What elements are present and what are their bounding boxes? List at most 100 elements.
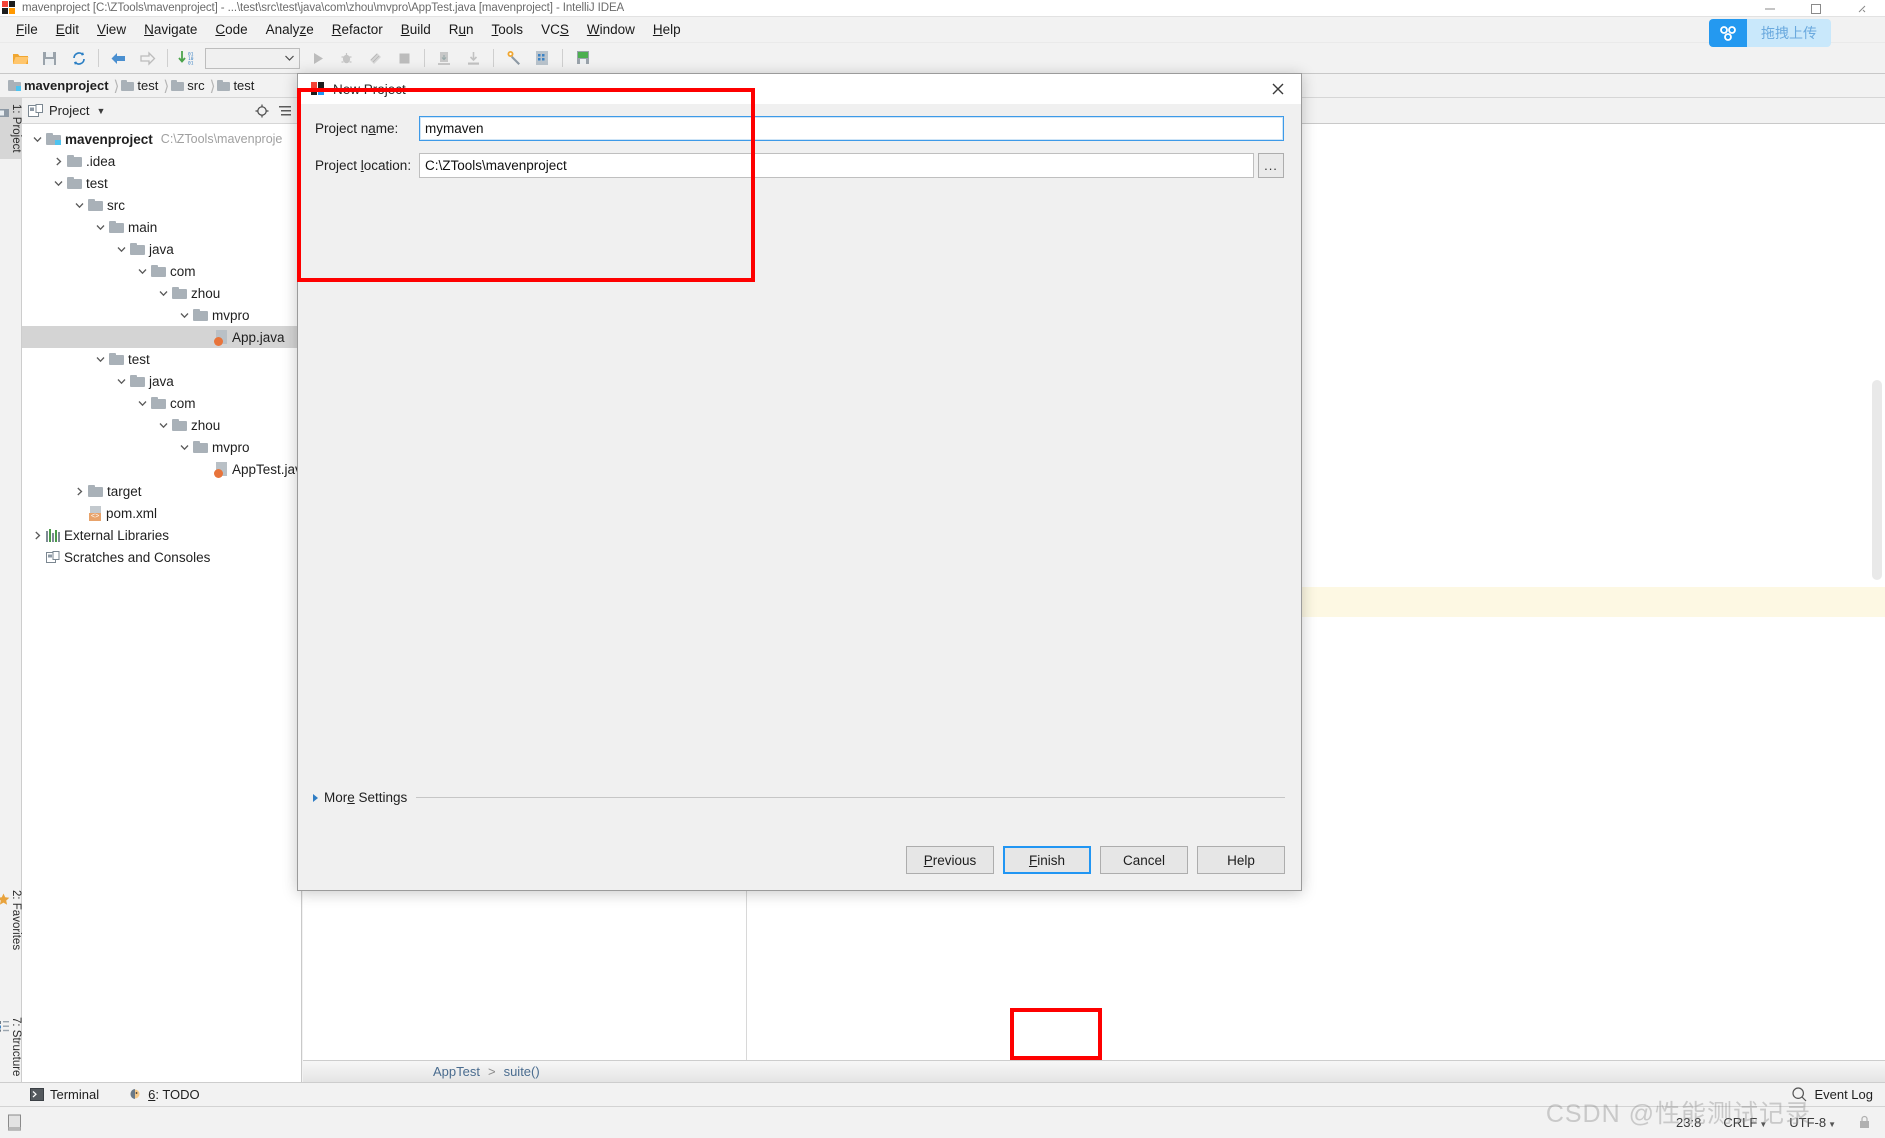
browse-button[interactable]: ... xyxy=(1258,153,1284,178)
tree-item-com[interactable]: com xyxy=(22,392,301,414)
debug-icon[interactable] xyxy=(332,45,361,71)
run-icon[interactable] xyxy=(303,45,332,71)
tree-item-zhou[interactable]: zhou xyxy=(22,282,301,304)
search-circle-icon xyxy=(1792,1087,1807,1102)
editor-breadcrumb-method[interactable]: suite() xyxy=(504,1064,540,1079)
menu-vcs[interactable]: VCS xyxy=(532,19,578,40)
menu-help[interactable]: Help xyxy=(644,19,690,40)
tree-item-apptest-java[interactable]: AppTest.java xyxy=(22,458,309,480)
chevron-right-icon[interactable] xyxy=(70,487,88,496)
menu-refactor[interactable]: Refactor xyxy=(323,19,392,40)
project-structure-icon[interactable] xyxy=(528,45,557,71)
coverage-icon[interactable] xyxy=(361,45,390,71)
menu-view[interactable]: View xyxy=(88,19,135,40)
tree-item-java[interactable]: java xyxy=(22,370,301,392)
lock-icon[interactable] xyxy=(1858,1115,1871,1130)
sidebar-item-project[interactable]: 1: Project xyxy=(0,98,22,159)
chevron-down-icon[interactable] xyxy=(175,443,193,452)
breadcrumb-item-src[interactable]: src xyxy=(171,74,207,98)
file-encoding[interactable]: UTF-8 ▼ xyxy=(1789,1115,1836,1130)
maximize-button[interactable] xyxy=(1793,0,1839,17)
minimize-button[interactable] xyxy=(1747,0,1793,17)
tool-button-todo[interactable]: 6: TODO xyxy=(127,1087,200,1102)
chevron-down-icon[interactable] xyxy=(133,399,151,408)
menu-run[interactable]: Run xyxy=(440,19,483,40)
chevron-down-icon[interactable] xyxy=(49,179,67,188)
tree-item-test[interactable]: test xyxy=(22,172,301,194)
chevron-down-icon[interactable] xyxy=(175,311,193,320)
chevron-right-icon[interactable] xyxy=(28,531,46,540)
tree-item-external-libraries[interactable]: External Libraries xyxy=(22,524,301,546)
event-log-button[interactable]: Event Log xyxy=(1792,1087,1885,1102)
previous-button[interactable]: Previous xyxy=(906,846,994,874)
tree-item-zhou[interactable]: zhou xyxy=(22,414,301,436)
compile-icon[interactable]: 01 10 01 xyxy=(173,45,202,71)
editor-breadcrumb-class[interactable]: AppTest xyxy=(433,1064,480,1079)
menu-navigate[interactable]: Navigate xyxy=(135,19,206,40)
chevron-down-icon[interactable] xyxy=(28,135,46,144)
chevron-right-icon[interactable] xyxy=(49,157,67,166)
back-arrow-icon[interactable] xyxy=(104,45,133,71)
line-separator[interactable]: CRLF ▼ xyxy=(1723,1115,1767,1130)
tree-item-target[interactable]: target xyxy=(22,480,301,502)
sidebar-item-structure[interactable]: 7: Structure xyxy=(0,1011,22,1082)
cancel-button[interactable]: Cancel xyxy=(1100,846,1188,874)
tree-item-mavenproject[interactable]: mavenproject C:\ZTools\mavenproje xyxy=(22,128,301,150)
settings-wrench-icon[interactable] xyxy=(499,45,528,71)
menu-edit[interactable]: Edit xyxy=(47,19,88,40)
stop-icon[interactable] xyxy=(390,45,419,71)
tree-item-src[interactable]: src xyxy=(22,194,301,216)
tree-item-mvpro[interactable]: mvpro xyxy=(22,436,301,458)
menu-file[interactable]: File xyxy=(7,19,47,40)
open-folder-icon[interactable] xyxy=(6,45,35,71)
chevron-down-icon[interactable] xyxy=(154,289,172,298)
tool-button-terminal[interactable]: Terminal xyxy=(30,1087,99,1102)
breadcrumb-item-mavenproject[interactable]: mavenproject xyxy=(8,74,112,98)
save-all-icon[interactable] xyxy=(35,45,64,71)
target-locate-icon[interactable] xyxy=(255,104,269,118)
chevron-down-icon[interactable] xyxy=(154,421,172,430)
hide-window-icon[interactable] xyxy=(6,1113,23,1132)
commit-icon[interactable] xyxy=(459,45,488,71)
tree-item-pom-xml[interactable]: <> pom.xml xyxy=(22,502,301,524)
tree-item-idea[interactable]: .idea xyxy=(22,150,301,172)
sync-icon[interactable] xyxy=(64,45,93,71)
breadcrumb-item-test2[interactable]: test xyxy=(217,74,257,98)
chevron-down-icon[interactable] xyxy=(91,355,109,364)
tree-item-com[interactable]: com xyxy=(22,260,301,282)
menu-tools[interactable]: Tools xyxy=(483,19,533,40)
chevron-down-icon[interactable] xyxy=(70,201,88,210)
update-project-icon[interactable] xyxy=(430,45,459,71)
collapse-all-icon[interactable] xyxy=(278,104,292,118)
tree-item-main[interactable]: main xyxy=(22,216,301,238)
chevron-down-icon[interactable]: ▼ xyxy=(96,106,105,116)
dialog-close-button[interactable] xyxy=(1255,74,1301,104)
project-location-input[interactable]: C:\ZTools\mavenproject xyxy=(419,153,1254,178)
close-button[interactable] xyxy=(1839,0,1885,17)
breadcrumb-item-test[interactable]: test xyxy=(121,74,161,98)
run-configurations-select[interactable] xyxy=(205,47,300,69)
finish-button[interactable]: Finish xyxy=(1003,846,1091,874)
forward-arrow-icon[interactable] xyxy=(133,45,162,71)
tree-item-app-java[interactable]: App.java xyxy=(22,326,301,348)
tree-item-scratches-and-consoles[interactable]: Scratches and Consoles xyxy=(22,546,301,568)
sidebar-item-favorites[interactable]: 2: Favorites xyxy=(0,884,22,956)
project-name-input[interactable]: mymaven xyxy=(419,116,1284,141)
sdk-manager-icon[interactable] xyxy=(568,45,597,71)
baidu-upload-widget[interactable]: 拖拽上传 xyxy=(1709,19,1831,47)
caret-position[interactable]: 23:8 xyxy=(1676,1115,1701,1130)
chevron-down-icon[interactable] xyxy=(133,267,151,276)
tree-item-mvpro[interactable]: mvpro xyxy=(22,304,301,326)
chevron-down-icon[interactable] xyxy=(91,223,109,232)
tree-item-java[interactable]: java xyxy=(22,238,301,260)
menu-code[interactable]: Code xyxy=(206,19,256,40)
menu-window[interactable]: Window xyxy=(578,19,644,40)
menu-build[interactable]: Build xyxy=(392,19,440,40)
editor-scrollbar[interactable] xyxy=(1872,380,1882,580)
help-button[interactable]: Help xyxy=(1197,846,1285,874)
chevron-down-icon[interactable] xyxy=(112,245,130,254)
menu-analyze[interactable]: Analyze xyxy=(257,19,323,40)
chevron-down-icon[interactable] xyxy=(112,377,130,386)
more-settings-row[interactable]: More Settings xyxy=(313,790,1285,805)
tree-item-test[interactable]: test xyxy=(22,348,301,370)
